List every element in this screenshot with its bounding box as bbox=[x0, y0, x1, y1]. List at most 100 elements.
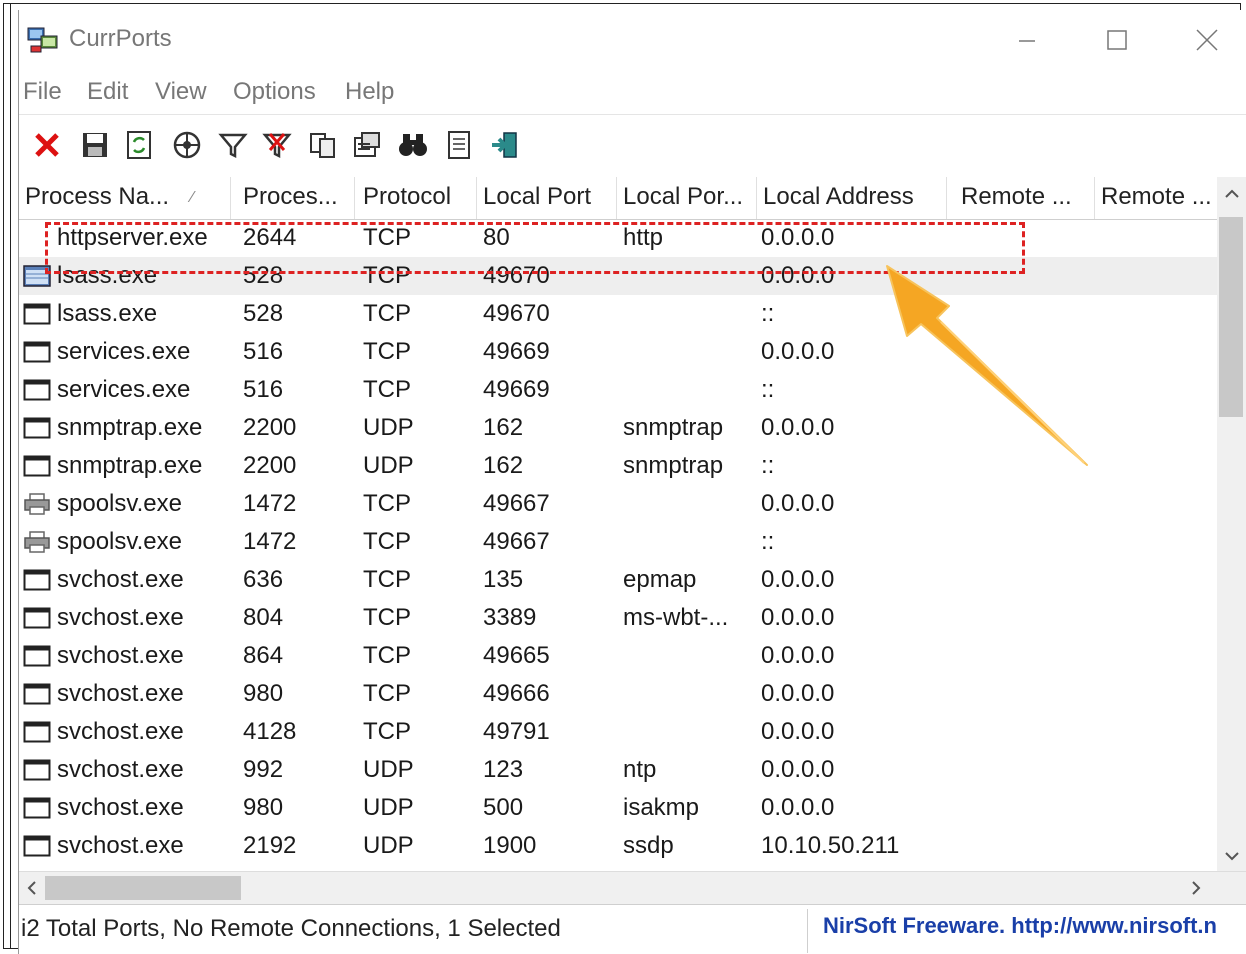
copy-button[interactable] bbox=[305, 127, 341, 163]
cell-process-id: 528 bbox=[243, 300, 284, 327]
horizontal-scrollbar[interactable] bbox=[19, 871, 1246, 904]
network-properties-button[interactable] bbox=[169, 127, 205, 163]
cell-process-id: 1472 bbox=[243, 490, 297, 517]
column-process-id[interactable]: Proces... bbox=[237, 177, 355, 219]
cell-process-name: lsass.exe bbox=[57, 300, 158, 327]
exit-button[interactable] bbox=[487, 127, 523, 163]
table-row[interactable]: spoolsv.exe 1472 TCP 49667:: bbox=[19, 523, 1217, 561]
cell-local-port: 49669 bbox=[483, 376, 550, 403]
cell-protocol: UDP bbox=[363, 832, 414, 859]
html-report-button[interactable] bbox=[441, 127, 477, 163]
menu-edit[interactable]: Edit bbox=[87, 78, 128, 106]
scroll-down-icon[interactable] bbox=[1223, 847, 1241, 865]
cell-process-name: svchost.exe bbox=[57, 832, 184, 859]
currports-app-icon bbox=[27, 27, 58, 53]
cell-local-address: 10.10.50.211 bbox=[761, 832, 900, 859]
cell-process-name: spoolsv.exe bbox=[57, 490, 182, 517]
properties-button[interactable] bbox=[349, 127, 385, 163]
cell-process-id: 804 bbox=[243, 604, 284, 631]
table-row[interactable]: svchost.exe 980 TCP 49666 0.0.0.0 bbox=[19, 675, 1217, 713]
properties-network-icon bbox=[173, 131, 201, 159]
cell-process-id: 992 bbox=[243, 756, 284, 783]
cell-local-port: 49791 bbox=[483, 718, 550, 745]
menu-options[interactable]: Options bbox=[233, 78, 316, 106]
menu-bar: File Edit View Options Help bbox=[19, 72, 1246, 115]
cell-protocol: TCP bbox=[363, 680, 411, 707]
cell-protocol: TCP bbox=[363, 376, 411, 403]
refresh-button[interactable] bbox=[121, 127, 157, 163]
cell-protocol: UDP bbox=[363, 794, 414, 821]
copy-icon bbox=[310, 133, 335, 158]
cell-local-port-name: snmptrap bbox=[623, 414, 724, 441]
cell-local-address: 0.0.0.0 bbox=[761, 680, 835, 707]
process-window-icon bbox=[23, 341, 51, 363]
process-window-icon bbox=[23, 455, 51, 477]
cell-local-address: 0.0.0.0 bbox=[761, 642, 835, 669]
scroll-right-icon[interactable] bbox=[1187, 879, 1205, 897]
cell-local-address: 0.0.0.0 bbox=[761, 794, 835, 821]
table-row[interactable]: svchost.exe 864 TCP 49665 0.0.0.0 bbox=[19, 637, 1217, 675]
process-window-icon bbox=[23, 303, 51, 325]
cell-process-name: services.exe bbox=[57, 338, 191, 365]
menu-file[interactable]: File bbox=[23, 78, 62, 106]
find-button[interactable] bbox=[395, 127, 431, 163]
column-protocol[interactable]: Protocol bbox=[357, 177, 477, 219]
cell-local-address: :: bbox=[761, 528, 775, 555]
cell-process-name: services.exe bbox=[57, 376, 191, 403]
cell-local-port: 49665 bbox=[483, 642, 550, 669]
table-row[interactable]: spoolsv.exe 1472 TCP 49667 0.0.0.0 bbox=[19, 485, 1217, 523]
menu-view[interactable]: View bbox=[155, 78, 207, 106]
cell-process-id: 2200 bbox=[243, 452, 297, 479]
process-window-icon bbox=[23, 721, 51, 743]
cell-process-name: svchost.exe bbox=[57, 718, 184, 745]
title-bar: CurrPorts bbox=[19, 10, 1246, 72]
column-local-address[interactable]: Local Address bbox=[757, 177, 947, 219]
column-remote-port[interactable]: Remote ... bbox=[955, 177, 1095, 219]
process-window-icon bbox=[23, 759, 51, 781]
table-row[interactable]: svchost.exe 992 UDP 123 ntp 0.0.0.0 bbox=[19, 751, 1217, 789]
cell-protocol: UDP bbox=[363, 414, 414, 441]
table-row[interactable]: svchost.exe 804 TCP 3389 ms-wbt-... 0.0.0.0 bbox=[19, 599, 1217, 637]
save-button[interactable] bbox=[77, 127, 113, 163]
horizontal-scroll-thumb[interactable] bbox=[45, 876, 241, 900]
cell-process-id: 516 bbox=[243, 338, 284, 365]
cell-process-name: svchost.exe bbox=[57, 794, 184, 821]
cell-local-port: 49669 bbox=[483, 338, 550, 365]
table-row[interactable]: svchost.exe 636 TCP 135 epmap 0.0.0.0 bbox=[19, 561, 1217, 599]
process-window-icon bbox=[23, 417, 51, 439]
cell-process-id: 516 bbox=[243, 376, 284, 403]
close-button[interactable] bbox=[1187, 20, 1227, 60]
cell-process-id: 636 bbox=[243, 566, 284, 593]
minimize-button[interactable] bbox=[1007, 20, 1047, 60]
cell-process-id: 2192 bbox=[243, 832, 297, 859]
vertical-scroll-thumb[interactable] bbox=[1219, 217, 1243, 417]
refresh-icon bbox=[127, 131, 151, 159]
maximize-icon bbox=[1107, 30, 1127, 50]
cell-protocol: TCP bbox=[363, 528, 411, 555]
toolbar bbox=[19, 115, 1246, 178]
nirsoft-link[interactable]: NirSoft Freeware. http://www.nirsoft.n bbox=[823, 913, 1217, 939]
column-local-port-name[interactable]: Local Por... bbox=[617, 177, 757, 219]
filter-button[interactable] bbox=[215, 127, 251, 163]
maximize-button[interactable] bbox=[1097, 20, 1137, 60]
scroll-up-icon[interactable] bbox=[1223, 185, 1241, 203]
clear-filter-button[interactable] bbox=[259, 127, 295, 163]
status-divider bbox=[807, 909, 808, 953]
cell-local-port: 1900 bbox=[483, 832, 537, 859]
column-remote-port-name[interactable]: Remote ... bbox=[1095, 177, 1217, 219]
menu-help[interactable]: Help bbox=[345, 78, 394, 106]
window-title: CurrPorts bbox=[69, 25, 172, 52]
currports-window: CurrPorts File Edit View Options Help Pr… bbox=[18, 10, 1246, 954]
cell-local-address: :: bbox=[761, 376, 775, 403]
vertical-scrollbar[interactable] bbox=[1217, 177, 1246, 871]
table-row[interactable]: svchost.exe 980 UDP 500 isakmp 0.0.0.0 bbox=[19, 789, 1217, 827]
close-connection-button[interactable] bbox=[29, 127, 65, 163]
column-process-name[interactable]: Process Na... ⁄ bbox=[19, 177, 231, 219]
process-window-icon bbox=[23, 645, 51, 667]
scroll-left-icon[interactable] bbox=[23, 879, 41, 897]
column-local-port[interactable]: Local Port bbox=[477, 177, 617, 219]
table-row[interactable]: svchost.exe 4128 TCP 49791 0.0.0.0 bbox=[19, 713, 1217, 751]
status-bar: i2 Total Ports, No Remote Connections, 1… bbox=[19, 904, 1246, 954]
cell-local-address: 0.0.0.0 bbox=[761, 718, 835, 745]
table-row[interactable]: svchost.exe 2192 UDP 1900 ssdp 10.10.50.211 bbox=[19, 827, 1217, 865]
